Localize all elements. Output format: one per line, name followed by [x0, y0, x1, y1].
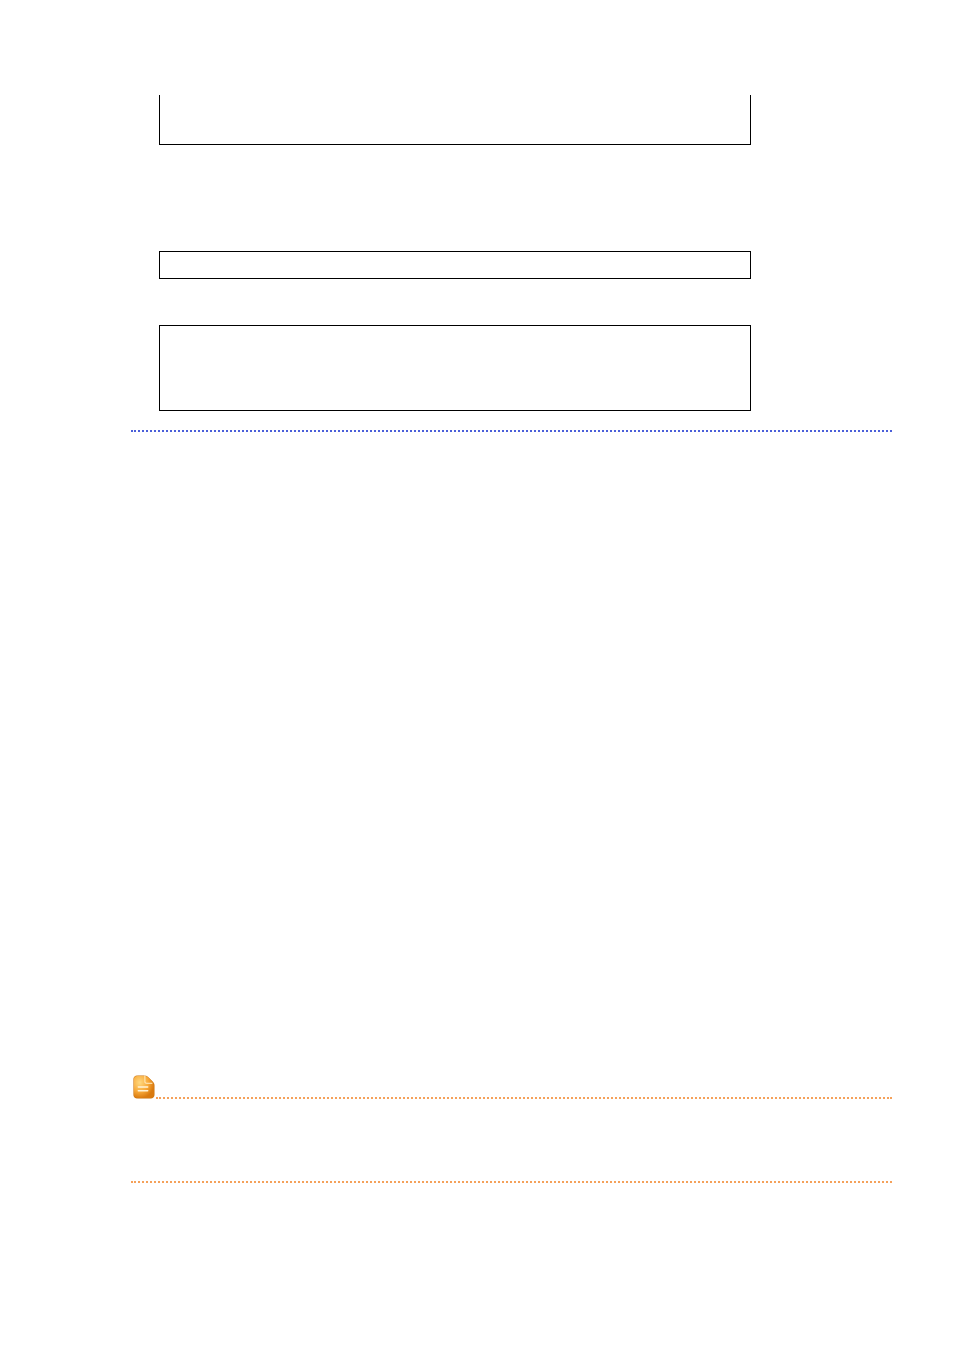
divider-orange-1	[156, 1097, 892, 1099]
content-box-3	[159, 325, 751, 411]
divider-orange-2	[131, 1181, 892, 1183]
divider-blue	[131, 430, 892, 432]
content-box-1	[159, 95, 751, 145]
content-box-2	[159, 251, 751, 279]
file-icon	[128, 1072, 158, 1102]
